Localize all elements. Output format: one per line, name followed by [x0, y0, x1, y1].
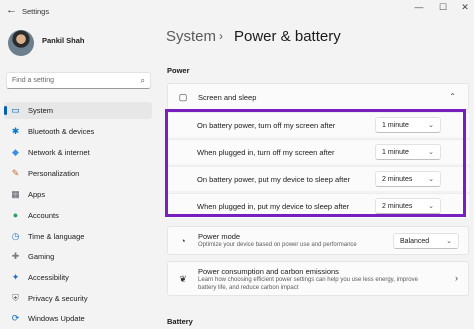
- sidebar-item-accessibility[interactable]: ✦ Accessibility: [4, 269, 152, 286]
- sidebar-item-label: Apps: [28, 190, 46, 199]
- sidebar-item-system[interactable]: ▭ System: [4, 102, 152, 119]
- sidebar-item-windows-update[interactable]: ⟳ Windows Update: [4, 310, 152, 327]
- power-mode-desc: Optimize your device based on power use …: [198, 242, 357, 248]
- sidebar-item-label: Gaming: [28, 252, 55, 261]
- breadcrumb-separator: ›: [219, 29, 223, 43]
- power-mode-card: ◔ Power mode Optimize your device based …: [167, 226, 469, 255]
- sidebar-item-label: Privacy & security: [28, 294, 88, 303]
- update-icon: ⟳: [11, 313, 20, 323]
- sidebar-item-apps[interactable]: ▦ Apps: [4, 186, 152, 203]
- chevron-right-icon: ›: [455, 273, 458, 283]
- wifi-icon: ◆: [12, 147, 19, 157]
- sidebar-item-label: Network & internet: [28, 148, 90, 157]
- consumption-desc-line2: battery life, and reduce carbon impact: [198, 285, 299, 291]
- sidebar-item-time-language[interactable]: ◷ Time & language: [4, 228, 152, 245]
- screen-sleep-icon: ▢: [178, 92, 188, 102]
- sidebar-item-label: Accounts: [28, 211, 59, 220]
- sidebar-item-label: Bluetooth & devices: [28, 127, 95, 136]
- consumption-title: Power consumption and carbon emissions: [198, 267, 339, 276]
- power-consumption-card[interactable]: ❦ Power consumption and carbon emissions…: [167, 261, 469, 296]
- consumption-desc-line1: Learn how choosing efficient power setti…: [198, 277, 418, 283]
- avatar[interactable]: [8, 30, 34, 56]
- chevron-up-icon[interactable]: ⌃: [449, 92, 456, 101]
- window-title: Settings: [22, 7, 50, 16]
- sidebar-item-label: Personalization: [28, 169, 80, 178]
- search-placeholder: Find a setting: [12, 77, 55, 84]
- maximize-button[interactable]: ☐: [436, 2, 450, 13]
- title-bar: ← Settings — ☐ ✕: [0, 0, 474, 22]
- active-indicator: [4, 106, 7, 115]
- sidebar-item-label: Time & language: [28, 232, 85, 241]
- screen-sleep-title: Screen and sleep: [198, 93, 257, 102]
- sidebar-item-personalization[interactable]: ✎ Personalization: [4, 165, 152, 182]
- profile-name: Pankil Shah: [42, 36, 85, 45]
- sidebar-item-gaming[interactable]: ✚ Gaming: [4, 248, 152, 265]
- power-mode-icon: ◔: [180, 236, 186, 246]
- minimize-button[interactable]: —: [412, 2, 426, 12]
- search-icon: ⌕: [140, 76, 145, 85]
- sidebar-item-label: System: [28, 106, 54, 115]
- accessibility-icon: ✦: [11, 272, 20, 282]
- back-arrow-icon[interactable]: ←: [6, 4, 17, 16]
- sidebar-item-bluetooth-devices[interactable]: ✱ Bluetooth & devices: [4, 123, 152, 140]
- leaf-icon: ❦: [179, 274, 187, 284]
- chevron-down-icon: ⌄: [446, 238, 452, 245]
- power-mode-dropdown[interactable]: Balanced ⌄: [393, 233, 459, 249]
- person-icon: ●: [12, 210, 19, 220]
- sidebar-item-accounts[interactable]: ● Accounts: [4, 207, 152, 224]
- apps-icon: ▦: [11, 189, 20, 199]
- breadcrumb-parent[interactable]: System: [166, 28, 216, 45]
- section-label-battery: Battery: [167, 317, 193, 326]
- screen-sleep-header[interactable]: ▢ Screen and sleep ⌃: [167, 83, 469, 110]
- power-mode-value: Balanced: [400, 238, 430, 245]
- highlight-box: [165, 109, 466, 217]
- power-mode-title: Power mode: [198, 232, 241, 241]
- search-input[interactable]: Find a setting ⌕: [6, 72, 151, 89]
- monitor-icon: ▭: [11, 105, 20, 115]
- sidebar-item-label: Accessibility: [28, 273, 69, 282]
- close-button[interactable]: ✕: [458, 2, 472, 13]
- globe-clock-icon: ◷: [11, 231, 20, 241]
- sidebar-item-privacy-security[interactable]: ⛨ Privacy & security: [4, 290, 152, 307]
- page-title: Power & battery: [234, 28, 341, 45]
- brush-icon: ✎: [11, 168, 20, 178]
- sidebar-item-network-internet[interactable]: ◆ Network & internet: [4, 144, 152, 161]
- gamepad-icon: ✚: [11, 251, 20, 261]
- shield-icon: ⛨: [12, 293, 19, 303]
- section-label-power: Power: [167, 66, 190, 75]
- bluetooth-icon: ✱: [11, 126, 20, 136]
- sidebar-item-label: Windows Update: [28, 314, 85, 323]
